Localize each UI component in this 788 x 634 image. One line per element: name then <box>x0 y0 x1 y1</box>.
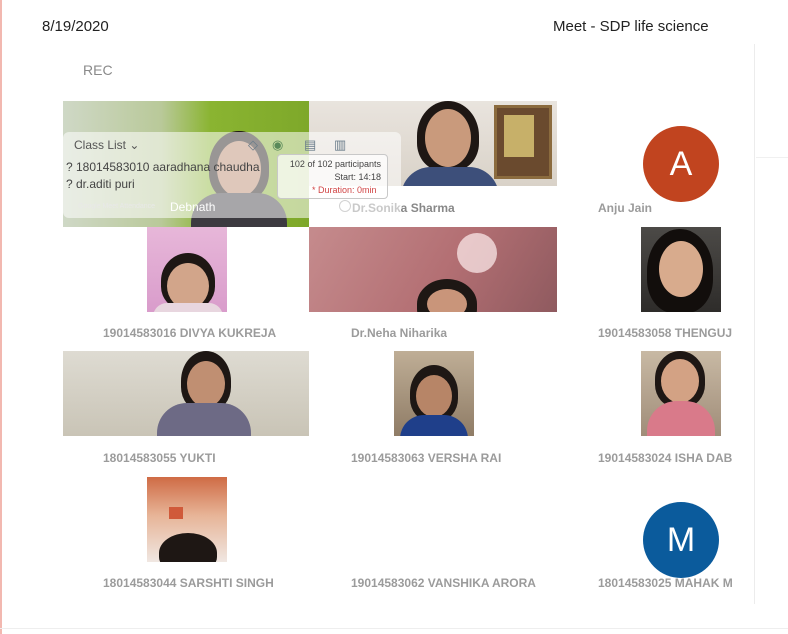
participant-name: 19014583016 DIVYA KUKREJA <box>103 326 277 340</box>
document-icon[interactable]: ▤ <box>304 137 316 153</box>
video-tile-sarshti[interactable] <box>147 477 227 562</box>
class-list-label: Class List <box>74 138 127 152</box>
class-list-entry: ? 18014583010 aaradhana chaudha <box>66 160 260 174</box>
light-glare <box>457 233 497 273</box>
participant-name: 19014583058 THENGUJ <box>598 326 733 340</box>
duration: * Duration: 0min <box>312 185 377 195</box>
participant-body <box>401 167 499 186</box>
participant-face <box>661 359 699 403</box>
extension-brand: Google Meet Attendance <box>78 203 156 210</box>
divider <box>0 628 788 629</box>
participant-hair <box>159 533 217 562</box>
painting-canvas <box>504 115 534 157</box>
record-icon[interactable]: ◉ <box>272 137 283 153</box>
chevron-down-icon: ⌄ <box>129 138 140 152</box>
class-list-entry: ? dr.aditi puri <box>66 177 135 191</box>
participant-name: 18014583055 YUKTI <box>103 451 216 465</box>
participant-body <box>153 303 223 312</box>
participant-name: Debnath <box>170 200 216 214</box>
divider <box>756 157 788 158</box>
participant-name: 19014583024 ISHA DAB <box>598 451 733 465</box>
video-tile-yukti[interactable] <box>63 351 309 436</box>
participant-face <box>427 289 467 312</box>
avatar: A <box>643 126 719 202</box>
video-tile-divya[interactable] <box>147 227 227 312</box>
participant-name: 19014583062 VANSHIKA ARORA <box>351 576 536 590</box>
video-tile-versha[interactable] <box>394 351 474 436</box>
left-border <box>0 0 2 634</box>
divider <box>754 44 755 604</box>
participant-name: Dr.Neha Niharika <box>351 326 448 340</box>
page-date: 8/19/2020 <box>42 18 109 35</box>
wall-decor <box>169 507 183 519</box>
video-tile-neha[interactable] <box>309 227 557 312</box>
avatar: M <box>643 502 719 578</box>
video-tile-isha[interactable] <box>641 351 721 436</box>
html-export-icon[interactable]: ▥ <box>334 137 346 153</box>
participant-face <box>187 361 225 407</box>
participant-body <box>647 401 715 436</box>
participant-name: 18014583044 SARSHTI SINGH <box>103 576 274 590</box>
participant-face <box>416 375 452 417</box>
class-list-dropdown[interactable]: Class List ⌄ <box>74 138 139 152</box>
participant-name: 19014583063 VERSHA RAI <box>351 451 502 465</box>
participant-name: Anju Jain <box>598 201 653 215</box>
page-title: Meet - SDP life science <box>553 18 709 35</box>
participant-body <box>400 415 468 436</box>
participant-body <box>157 403 251 436</box>
participant-name: 18014583025 MAHAK M <box>598 576 733 590</box>
diamond-icon[interactable]: ◇ <box>248 137 258 153</box>
rec-indicator: REC <box>83 62 113 78</box>
participant-count: 102 of 102 participants <box>289 159 381 169</box>
video-tile-thenguj[interactable] <box>641 227 721 312</box>
start-time: Start: 14:18 <box>334 172 381 182</box>
participant-face <box>659 241 703 297</box>
participant-face <box>425 109 471 167</box>
